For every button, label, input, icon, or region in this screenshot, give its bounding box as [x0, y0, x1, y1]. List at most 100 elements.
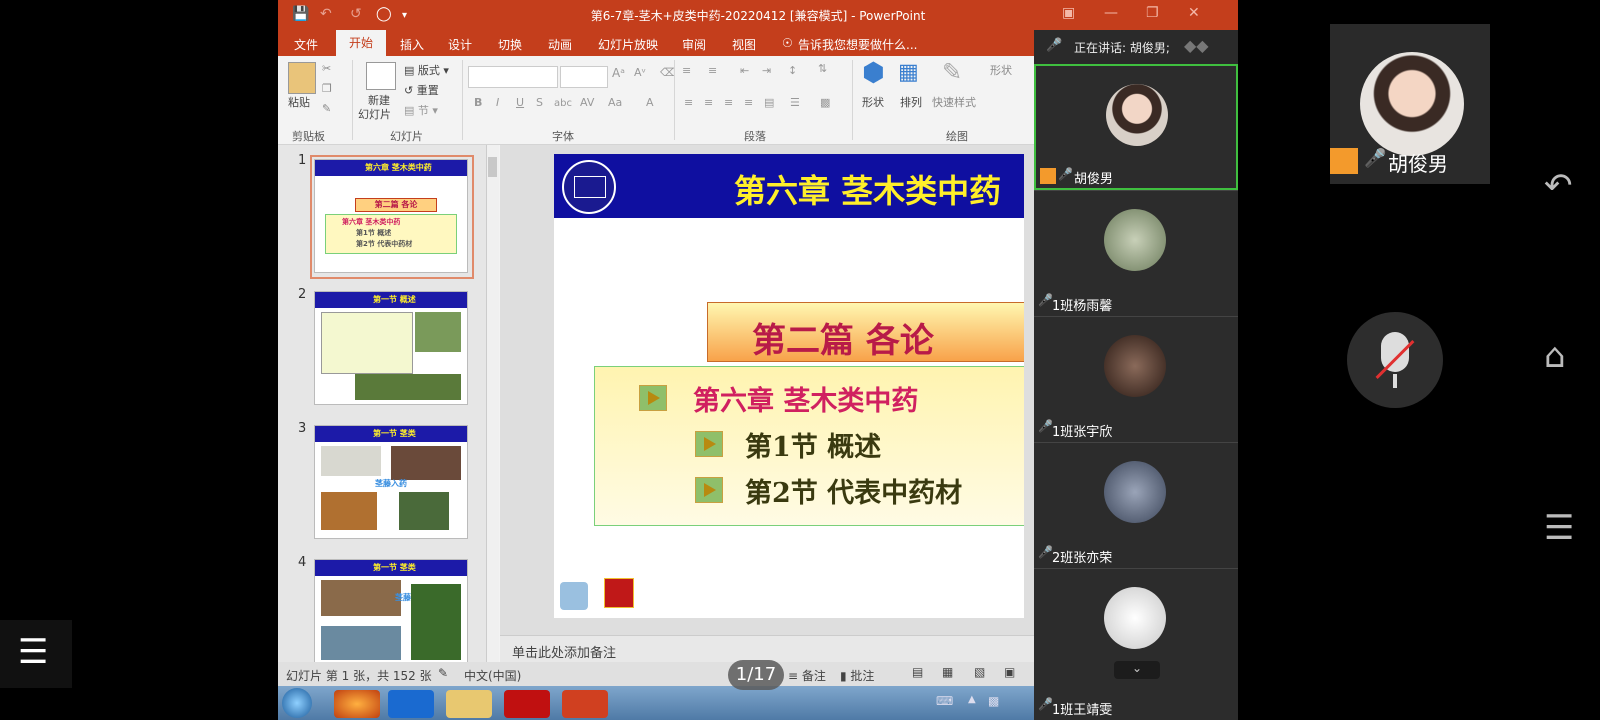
participant-tile[interactable]: 🎤 2班张亦荣 — [1034, 442, 1238, 569]
powerpoint-taskbar-icon[interactable] — [562, 690, 608, 718]
slide-thumbnail-4[interactable]: 第一节 茎类 茎藤入药 — [314, 559, 468, 664]
reset-button[interactable]: ↺ 重置 — [404, 82, 439, 98]
bold-icon[interactable]: B — [474, 96, 482, 109]
comments-button[interactable]: ▮ 批注 — [840, 667, 874, 684]
keyboard-icon[interactable]: ⌨ — [936, 694, 953, 708]
tab-design[interactable]: 设计 — [448, 36, 472, 53]
paste-icon[interactable] — [288, 62, 316, 94]
columns-icon[interactable]: ☰ — [790, 96, 800, 109]
participant-tile[interactable]: 🎤 1班杨雨馨 — [1034, 190, 1238, 317]
back-icon[interactable]: ↶ — [1544, 166, 1573, 206]
tab-slideshow[interactable]: 幻灯片放映 — [598, 36, 658, 53]
participant-tile[interactable]: 🎤 胡俊男 — [1034, 64, 1238, 190]
tell-me-box[interactable]: 告诉我您想要做什么... — [798, 36, 917, 53]
decrease-font-icon[interactable]: Aᵛ — [634, 66, 646, 79]
quick-styles-label[interactable]: 快速样式 — [932, 94, 976, 110]
participant-tile[interactable]: 🎤 1班张宇欣 — [1034, 316, 1238, 443]
thumbnail-scrollbar[interactable] — [486, 145, 499, 662]
restore-icon[interactable]: ❐ — [1146, 5, 1159, 21]
tab-transitions[interactable]: 切换 — [498, 36, 522, 53]
speaking-label: 正在讲话: 胡俊男; — [1074, 41, 1170, 55]
play-bullet-icon[interactable] — [639, 385, 667, 411]
font-size-dropdown[interactable] — [560, 66, 608, 88]
list-menu-button[interactable]: ☰ — [0, 620, 72, 688]
minimize-icon[interactable]: — — [1104, 5, 1118, 21]
tab-animations[interactable]: 动画 — [548, 36, 572, 53]
reading-view-icon[interactable]: ▧ — [974, 665, 985, 679]
shape-fill-label[interactable]: 形状 — [990, 62, 1012, 78]
align-center-icon[interactable]: ≡ — [704, 96, 713, 109]
spellcheck-icon[interactable]: ✎ — [438, 666, 448, 680]
strikethrough-icon[interactable]: abc — [554, 98, 572, 109]
tab-file[interactable]: 文件 — [294, 36, 318, 53]
language-label[interactable]: 中文(中国) — [464, 667, 521, 684]
new-slide-icon[interactable] — [366, 62, 396, 90]
underline-icon[interactable]: U — [516, 96, 524, 109]
normal-view-icon[interactable]: ▤ — [912, 665, 923, 679]
italic-icon[interactable]: I — [496, 96, 499, 109]
layout-button[interactable]: ▤ 版式 ▾ — [404, 62, 449, 78]
tab-home[interactable]: 开始 — [336, 30, 386, 56]
quick-styles-icon[interactable]: ✎ — [942, 58, 962, 86]
firefox-icon[interactable] — [334, 690, 380, 718]
thumbnail-line: 第六章 茎木类中药 — [342, 218, 401, 226]
tab-view[interactable]: 视图 — [732, 36, 756, 53]
signal-icon: ◆◆ — [1184, 36, 1209, 55]
slide-thumbnail-3[interactable]: 第一节 茎类 茎藤入药 — [314, 425, 468, 539]
host-video-card[interactable]: 🎤 胡俊男 — [1330, 24, 1490, 184]
numbering-icon[interactable]: ≡ — [708, 64, 717, 77]
bullets-icon[interactable]: ≡ — [682, 64, 691, 77]
tab-insert[interactable]: 插入 — [400, 36, 424, 53]
tray-expand-icon[interactable]: ▲ — [968, 694, 976, 705]
format-painter-icon[interactable]: ✎ — [322, 102, 331, 115]
justify-icon[interactable]: ≡ — [744, 96, 753, 109]
arrange-label[interactable]: 排列 — [900, 94, 922, 110]
part-heading: 第二篇 各论 — [752, 321, 934, 361]
network-icon[interactable]: ▩ — [988, 694, 999, 708]
scroll-thumb[interactable] — [488, 157, 497, 177]
align-right-icon[interactable]: ≡ — [724, 96, 733, 109]
font-color-icon[interactable]: A — [646, 96, 654, 109]
ribbon-display-icon[interactable]: ▣ — [1062, 5, 1075, 21]
section-button[interactable]: ▤ 节 ▾ — [404, 102, 438, 118]
pdf-reader-icon[interactable] — [504, 690, 550, 718]
scroll-down-icon[interactable]: ⌄ — [1114, 661, 1160, 679]
start-button-icon[interactable] — [282, 688, 312, 718]
arrange-icon[interactable]: ▦ — [898, 60, 919, 85]
change-case-icon[interactable]: Aa — [608, 96, 622, 109]
shapes-icon[interactable]: ⬢ — [862, 58, 885, 88]
increase-font-icon[interactable]: Aᵃ — [612, 66, 625, 80]
new-slide-label-2[interactable]: 幻灯片 — [358, 106, 391, 122]
mute-toggle-button[interactable] — [1347, 312, 1443, 408]
participant-tile[interactable]: ⌄ 🎤 1班王靖雯 — [1034, 568, 1238, 718]
char-spacing-icon[interactable]: AV — [580, 96, 594, 109]
increase-indent-icon[interactable]: ⇥ — [762, 64, 771, 77]
notes-button[interactable]: ≡ 备注 — [788, 667, 826, 684]
meeting-app-icon[interactable] — [388, 690, 434, 718]
decrease-indent-icon[interactable]: ⇤ — [740, 64, 749, 77]
copy-icon[interactable]: ❐ — [322, 82, 332, 95]
slide-thumbnail-2[interactable]: 第一节 概述 — [314, 291, 468, 405]
shadow-icon[interactable]: S — [536, 96, 543, 109]
slide-thumbnail-1[interactable]: 第六章 茎木类中药 第二篇 各论 第六章 茎木类中药 第1节 概述 第2节 代表… — [314, 159, 468, 273]
shapes-label[interactable]: 形状 — [862, 94, 884, 110]
play-bullet-icon[interactable] — [695, 431, 723, 457]
font-name-dropdown[interactable] — [468, 66, 558, 88]
cut-icon[interactable]: ✂ — [322, 62, 331, 75]
text-direction-icon[interactable]: ⇅ — [818, 62, 827, 75]
part-heading-box: 第二篇 各论 — [707, 302, 1024, 362]
file-explorer-icon[interactable] — [446, 690, 492, 718]
line-spacing-icon[interactable]: ↕ — [788, 64, 797, 77]
play-bullet-icon[interactable] — [695, 477, 723, 503]
home-icon[interactable]: ⌂ — [1544, 336, 1566, 376]
tab-review[interactable]: 审阅 — [682, 36, 706, 53]
microphone-icon: 🎤 — [1046, 38, 1063, 53]
menu-icon[interactable]: ☰ — [1544, 508, 1574, 548]
current-slide[interactable]: 第六章 茎木类中药 第二篇 各论 第六章 茎木类中药 第1节 概述 第2节 代表… — [554, 154, 1024, 618]
slideshow-view-icon[interactable]: ▣ — [1004, 665, 1015, 679]
smartart-icon[interactable]: ▩ — [820, 96, 830, 109]
align-left-icon[interactable]: ≡ — [684, 96, 693, 109]
distribute-icon[interactable]: ▤ — [764, 96, 774, 109]
close-icon[interactable]: ✕ — [1188, 5, 1200, 21]
slide-sorter-icon[interactable]: ▦ — [942, 665, 953, 679]
